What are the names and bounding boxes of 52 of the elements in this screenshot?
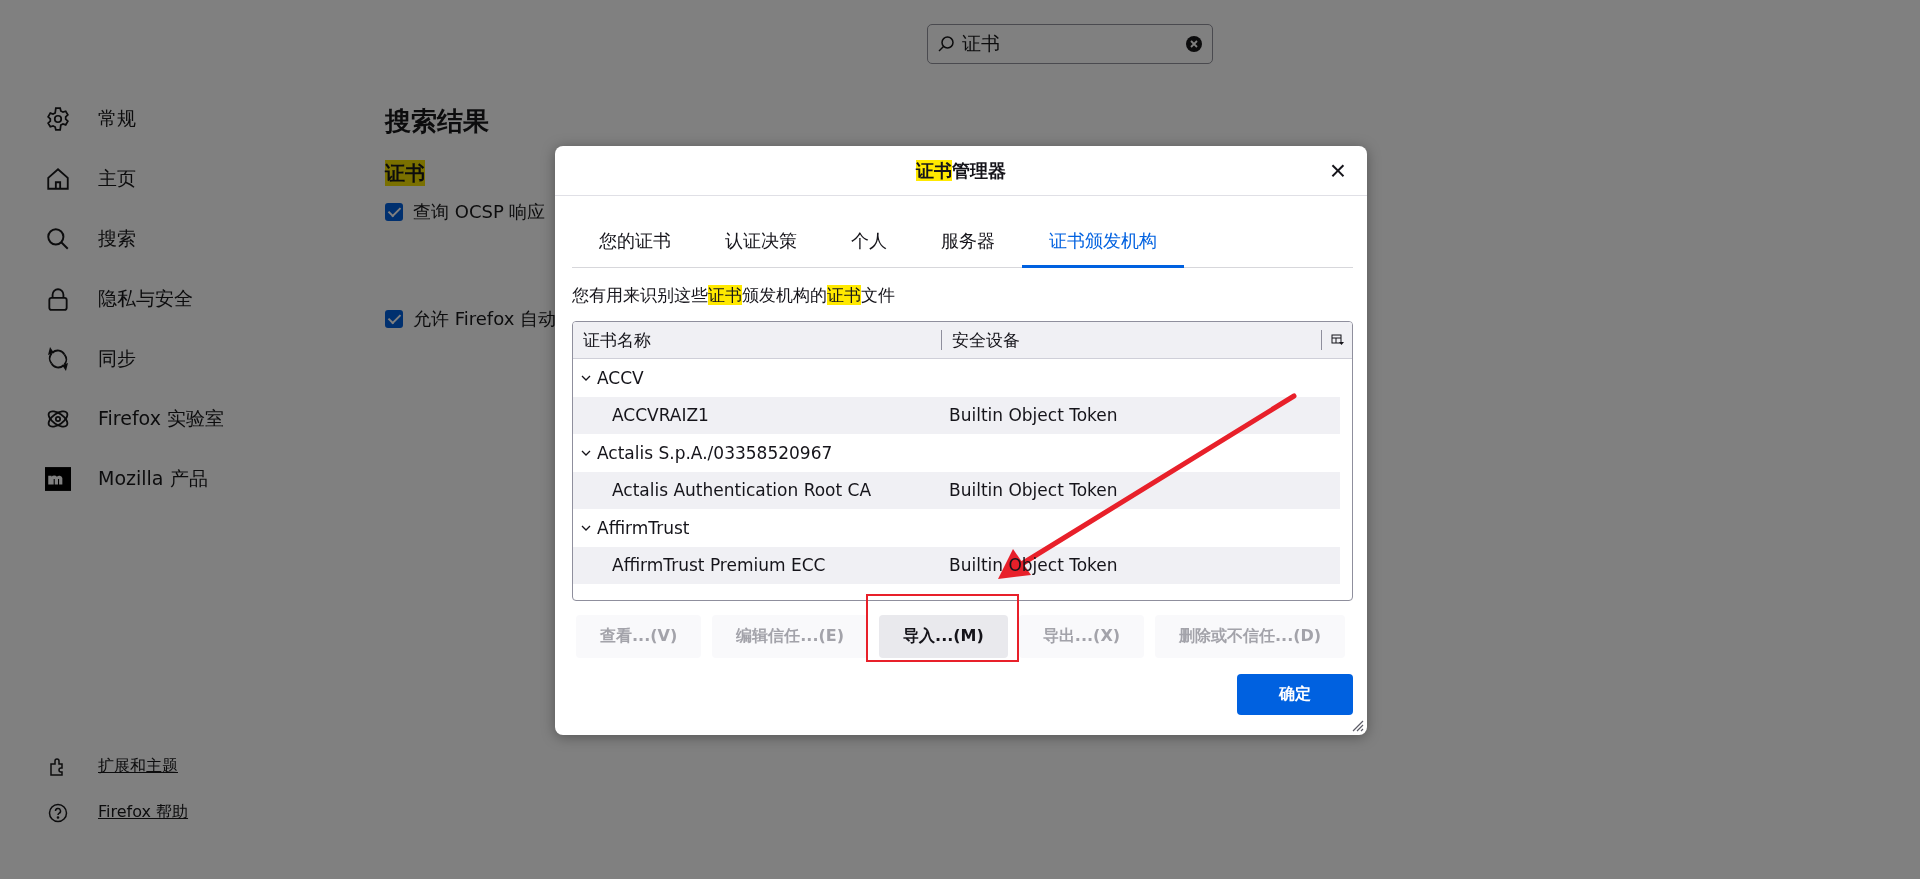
dialog-title: 证书管理器 (916, 158, 1006, 183)
sidebar-item[interactable]: 隐私与安全 (0, 269, 385, 329)
column-header[interactable]: 安全设备 (941, 330, 1321, 350)
footer-link[interactable]: Firefox 帮助 (98, 802, 189, 823)
footer-link[interactable]: 扩展和主题 (98, 756, 178, 777)
settings-icon (45, 106, 71, 132)
ok-button[interactable]: 确定 (1237, 674, 1353, 715)
tree-row[interactable]: ACCV (573, 359, 1340, 397)
checkbox[interactable] (385, 310, 403, 328)
sidebar-item[interactable]: 同步 (0, 329, 385, 389)
certificate-row[interactable]: Actalis Authentication Root CA Builtin Object Token (573, 471, 1340, 509)
tab[interactable]: 个人 (824, 216, 914, 268)
search-field[interactable]: 证书 (927, 24, 1213, 64)
tree-row[interactable]: Actalis S.p.A./03358520967 (573, 434, 1340, 472)
tab[interactable]: 服务器 (914, 216, 1022, 268)
tree-row[interactable]: AffirmTrust (573, 509, 1340, 547)
option-label: 查询 OCSP 响应 (413, 200, 546, 224)
column-picker-icon[interactable] (1330, 334, 1344, 346)
certificate-row[interactable]: ACCVRAIZ1 Builtin Object Token (573, 396, 1340, 434)
sync-icon (45, 346, 71, 372)
section-title: 证书 (385, 160, 425, 186)
help-icon (48, 802, 68, 823)
sidebar-item[interactable]: 主页 (0, 149, 385, 209)
group-name: ACCV (597, 367, 644, 388)
tab[interactable]: 您的证书 (572, 216, 698, 268)
column-header[interactable]: 证书名称 (573, 322, 941, 358)
results-heading: 搜索结果 (385, 106, 490, 136)
sidebar-item[interactable]: Firefox 实验室 (0, 389, 385, 449)
m-logo-icon (45, 466, 71, 492)
sidebar-item[interactable]: Mozilla 产品 (0, 449, 385, 509)
checkbox[interactable] (385, 203, 403, 221)
certificate-name: ACCVRAIZ1 (612, 405, 709, 426)
option-label: 允许 Firefox 自动 (413, 307, 556, 331)
tab[interactable]: 证书颁发机构 (1022, 216, 1184, 268)
home-icon (45, 166, 71, 192)
sidebar-item[interactable]: 常规 (0, 89, 385, 149)
certificate-name: AffirmTrust Premium ECC (612, 555, 826, 576)
device-name: Builtin Object Token (948, 405, 1118, 426)
description-text: 您有用来识别这些证书颁发机构的证书文件 (572, 284, 896, 306)
search-icon (45, 226, 71, 252)
search-icon (937, 35, 955, 53)
tab[interactable]: 认证决策 (698, 216, 824, 268)
sidebar-item[interactable]: 搜索 (0, 209, 385, 269)
group-name: Actalis S.p.A./03358520967 (597, 442, 833, 463)
device-name: Builtin Object Token (948, 480, 1118, 501)
close-button[interactable]: × (1325, 158, 1351, 184)
clear-icon[interactable] (1185, 35, 1203, 53)
lock-icon (45, 286, 71, 312)
action-button[interactable]: 导入...(M) (879, 615, 1008, 658)
certificate-name: Actalis Authentication Root CA (612, 480, 872, 501)
group-name: AffirmTrust (597, 517, 690, 538)
resize-grip-icon[interactable] (1350, 718, 1364, 732)
